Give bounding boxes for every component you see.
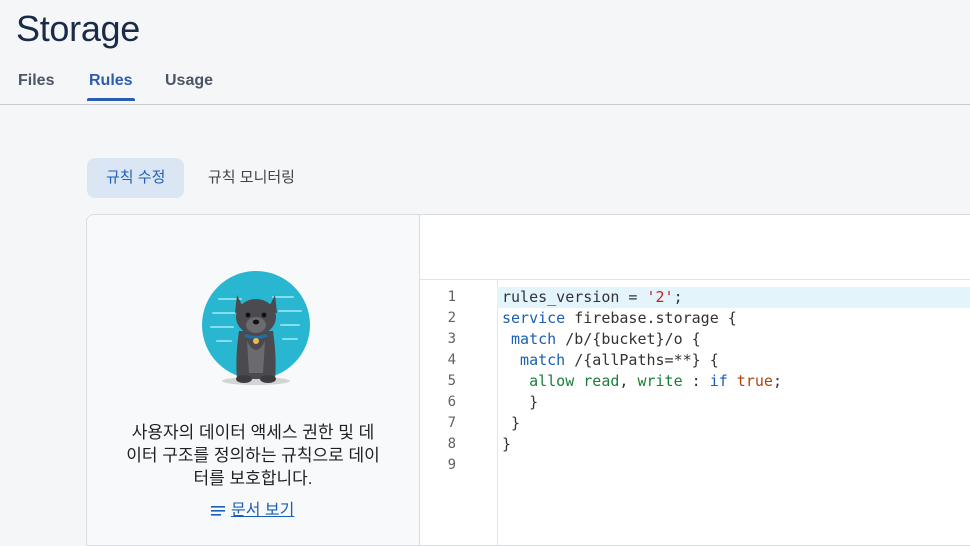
code-token: ; [772, 372, 782, 390]
main-tabs: Files Rules Usage [0, 64, 970, 105]
code-line-1[interactable]: rules_version = '2'; [497, 287, 970, 308]
code-token: read [574, 372, 620, 390]
code-line-8[interactable]: } [497, 434, 970, 455]
line-number: 3 [447, 331, 456, 347]
code-token: '2' [646, 288, 674, 306]
code-token: , [619, 372, 638, 390]
view-docs-link[interactable]: 문서 보기 [211, 496, 294, 520]
code-line-3[interactable]: match /b/{bucket}/o { [497, 329, 970, 350]
subtab-monitor-rules[interactable]: 규칙 모니터링 [189, 158, 314, 198]
tab-rules[interactable]: Rules [87, 72, 135, 101]
info-line-2: 이터 구조를 정의하는 규칙으로 데이 [126, 446, 380, 465]
code-token: match [502, 351, 566, 369]
line-number: 2 [447, 310, 456, 326]
line-number: 8 [447, 436, 456, 452]
code-token: if [709, 372, 728, 390]
doc-lines-icon [211, 505, 225, 516]
code-token: ; [673, 288, 683, 306]
code-line-5[interactable]: allow read, write : if true; [497, 371, 970, 392]
info-line-3: 터를 보호합니다. [193, 469, 313, 488]
line-number: 4 [447, 352, 456, 368]
line-number: 7 [447, 415, 456, 431]
line-number: 9 [447, 457, 456, 473]
dog-illustration [202, 271, 310, 385]
info-description: 사용자의 데이터 액세스 권한 및 데 이터 구조를 정의하는 규칙으로 데이 … [107, 421, 399, 490]
tab-files[interactable]: Files [18, 72, 54, 100]
line-number: 1 [447, 289, 456, 305]
code-token: /{allPaths=**} { [565, 351, 719, 369]
code-token: firebase.storage { [565, 309, 737, 327]
editor-toolbar [420, 215, 970, 280]
code-line-6[interactable]: } [497, 392, 970, 413]
view-docs-label: 문서 보기 [231, 502, 295, 519]
rules-panel: 사용자의 데이터 액세스 권한 및 데 이터 구조를 정의하는 규칙으로 데이 … [86, 214, 970, 546]
code-line-9[interactable] [497, 455, 970, 476]
page-title: Storage [16, 8, 140, 49]
rules-code-editor[interactable]: rules_version = '2'; service firebase.st… [497, 280, 970, 545]
code-token: write [637, 372, 683, 390]
code-token: match [502, 330, 557, 348]
subtab-edit-rules[interactable]: 규칙 수정 [87, 158, 185, 198]
code-line-7[interactable]: } [497, 413, 970, 434]
line-number: 6 [447, 394, 456, 410]
line-number: 5 [447, 373, 456, 389]
code-line-4[interactable]: match /{allPaths=**} { [497, 350, 970, 371]
line-number-gutter: 1 2 3 4 5 6 7 8 9 [420, 280, 498, 545]
tab-usage[interactable]: Usage [165, 72, 213, 100]
info-pane: 사용자의 데이터 액세스 권한 및 데 이터 구조를 정의하는 규칙으로 데이 … [87, 215, 420, 545]
code-line-2[interactable]: service firebase.storage { [497, 308, 970, 329]
code-token: : [682, 372, 710, 390]
code-token: /b/{bucket}/o { [556, 330, 701, 348]
info-line-1: 사용자의 데이터 액세스 권한 및 데 [131, 423, 375, 442]
code-token: rules_version = [502, 288, 647, 306]
code-token: allow [502, 372, 575, 390]
code-token: true [727, 372, 773, 390]
code-token: service [502, 309, 566, 327]
